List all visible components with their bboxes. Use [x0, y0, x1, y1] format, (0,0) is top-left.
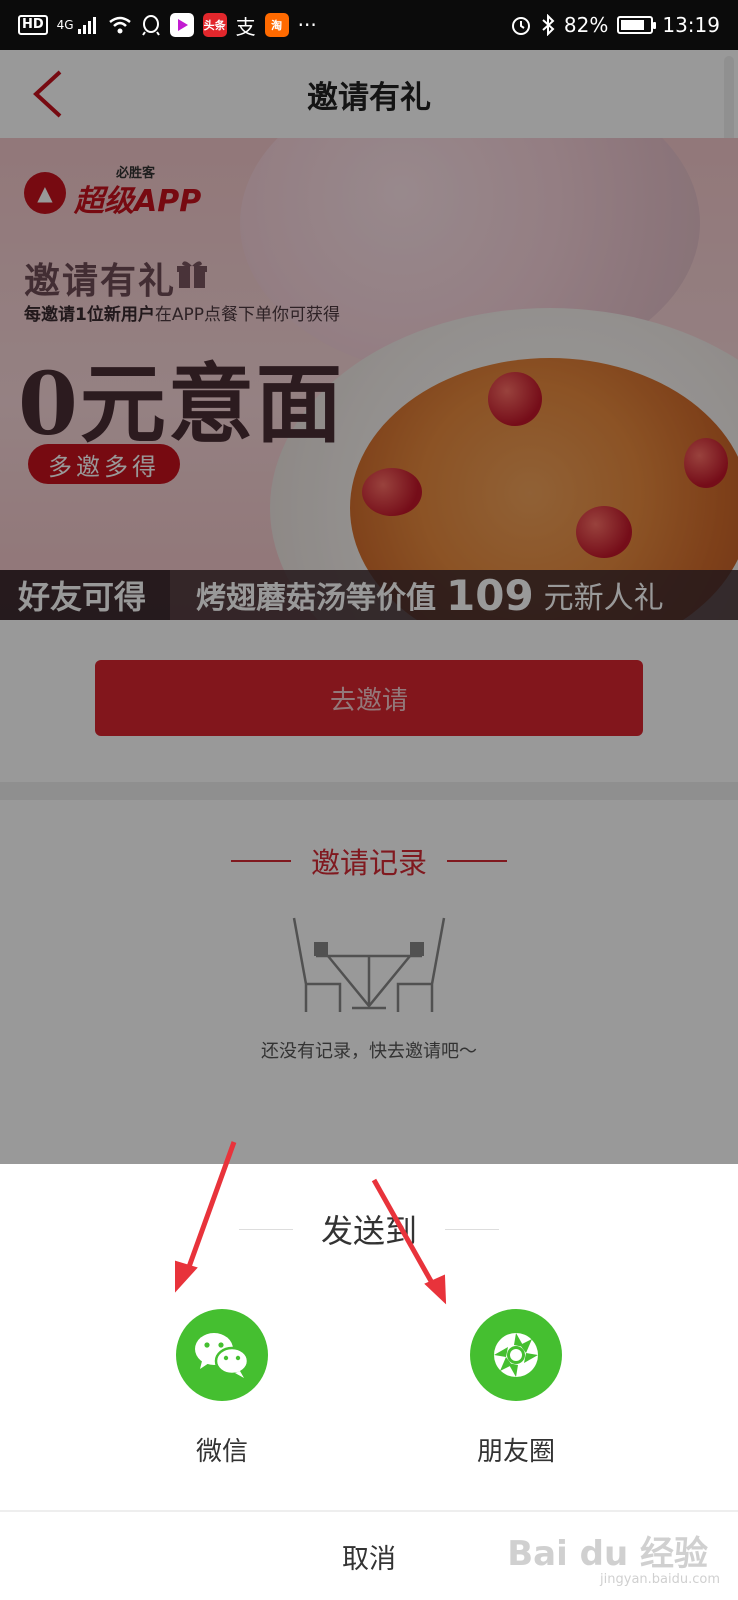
header-line-left: [238, 1228, 293, 1230]
signal-icon: [77, 17, 96, 34]
battery-icon: [617, 16, 657, 34]
share-wechat-button[interactable]: 微信: [162, 1309, 282, 1468]
baidu-watermark: Bai du 经验: [507, 1534, 708, 1574]
video-app-icon: [169, 13, 194, 37]
modal-overlay[interactable]: [0, 50, 738, 1164]
hd-badge: HD: [18, 15, 48, 35]
share-option-label: 朋友圈: [476, 1437, 555, 1467]
wifi-icon: [108, 16, 131, 34]
header-line-right: [445, 1228, 499, 1230]
clock: 13:19: [662, 13, 720, 37]
alarm-icon: [511, 17, 530, 35]
battery-percent: 82%: [563, 13, 609, 37]
more-notifications: ···: [297, 13, 317, 37]
bluetooth-icon: [542, 14, 555, 36]
share-option-label: 微信: [195, 1437, 248, 1467]
wechat-icon[interactable]: [176, 1309, 268, 1401]
status-bar: HD 4G 头条 支 淘 ··· 82% 13:19: [0, 0, 738, 50]
alipay-app-icon: 支: [235, 14, 256, 39]
qq-icon: [141, 15, 160, 36]
network-indicator: 4G: [56, 18, 74, 32]
moments-icon[interactable]: [470, 1309, 562, 1401]
toutiao-app-icon: 头条: [202, 13, 227, 37]
share-moments-button[interactable]: 朋友圈: [456, 1309, 576, 1468]
share-sheet-title: 发送到: [320, 1212, 417, 1250]
share-sheet-header: 发送到: [0, 1206, 738, 1252]
taobao-app-icon: 淘: [264, 13, 289, 37]
baidu-watermark-url: jingyan.baidu.com: [600, 1572, 720, 1587]
